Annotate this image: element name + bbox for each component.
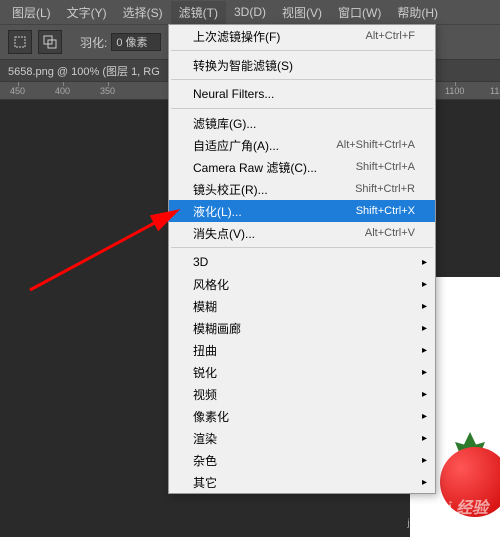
menu-item-shortcut: Shift+Ctrl+X (356, 205, 415, 217)
menu-item-[interactable]: 模糊 (169, 295, 435, 317)
menu-item-label: Camera Raw 滤镜(C)... (193, 159, 317, 176)
menu-item-[interactable]: 扭曲 (169, 339, 435, 361)
feather-label: 羽化: (80, 34, 107, 51)
menu-item-label: 上次滤镜操作(F) (193, 28, 280, 45)
watermark-brand: Bai 经验 (407, 494, 488, 518)
menu-3d[interactable]: 3D(D) (226, 2, 274, 22)
menu-item-r[interactable]: 镜头校正(R)... Shift+Ctrl+R (169, 178, 435, 200)
menu-window[interactable]: 窗口(W) (330, 1, 389, 24)
menu-item-label: 模糊画廊 (193, 320, 241, 337)
menu-item-label: 其它 (193, 474, 217, 491)
ruler-tick: 450 (10, 86, 25, 96)
menu-separator (171, 247, 433, 248)
menu-item-label: 镜头校正(R)... (193, 181, 268, 198)
menu-item-shortcut: Shift+Ctrl+A (356, 161, 415, 173)
menu-item-label: 杂色 (193, 452, 217, 469)
menu-filter[interactable]: 滤镜(T) (171, 1, 226, 24)
menu-item-[interactable]: 渲染 (169, 427, 435, 449)
menu-item-shortcut: Alt+Ctrl+V (365, 227, 415, 239)
menu-item-[interactable]: 视频 (169, 383, 435, 405)
menu-item-shortcut: Alt+Ctrl+F (365, 30, 415, 42)
ruler-tick: 1150 (490, 86, 500, 96)
watermark-url: jingyan.baidu.com (407, 518, 488, 529)
menu-item-label: 锐化 (193, 364, 217, 381)
menu-item-[interactable]: 锐化 (169, 361, 435, 383)
menu-item-[interactable]: 风格化 (169, 273, 435, 295)
menu-item-[interactable]: 杂色 (169, 449, 435, 471)
menu-item-3d[interactable]: 3D (169, 251, 435, 273)
menu-layer[interactable]: 图层(L) (4, 1, 59, 24)
menu-item-label: 滤镜库(G)... (193, 115, 256, 132)
menu-item-l[interactable]: 液化(L)... Shift+Ctrl+X (169, 200, 435, 222)
menu-item-[interactable]: 其它 (169, 471, 435, 493)
menu-item-v[interactable]: 消失点(V)... Alt+Ctrl+V (169, 222, 435, 244)
menu-item-label: 转换为智能滤镜(S) (193, 57, 293, 74)
menu-item-label: 风格化 (193, 276, 229, 293)
ruler-tick: 400 (55, 86, 70, 96)
menu-help[interactable]: 帮助(H) (389, 1, 446, 24)
menu-item-label: 3D (193, 255, 208, 269)
menu-item-label: Neural Filters... (193, 87, 274, 101)
menu-view[interactable]: 视图(V) (274, 1, 330, 24)
menu-separator (171, 79, 433, 80)
menu-type[interactable]: 文字(Y) (59, 1, 115, 24)
menu-item-[interactable]: 模糊画廊 (169, 317, 435, 339)
menu-item-[interactable]: 像素化 (169, 405, 435, 427)
menu-item-label: 扭曲 (193, 342, 217, 359)
menu-separator (171, 50, 433, 51)
menu-item-label: 视频 (193, 386, 217, 403)
menu-select[interactable]: 选择(S) (115, 1, 171, 24)
menu-item-label: 模糊 (193, 298, 217, 315)
menu-item-camerarawc[interactable]: Camera Raw 滤镜(C)... Shift+Ctrl+A (169, 156, 435, 178)
menu-item-f[interactable]: 上次滤镜操作(F) Alt+Ctrl+F (169, 25, 435, 47)
feather-input[interactable] (111, 33, 161, 51)
menu-item-neuralfilters[interactable]: Neural Filters... (169, 83, 435, 105)
watermark: Bai 经验 jingyan.baidu.com (407, 494, 488, 529)
menu-item-label: 自适应广角(A)... (193, 137, 279, 154)
filter-menu-dropdown: 上次滤镜操作(F) Alt+Ctrl+F 转换为智能滤镜(S) Neural Filt… (168, 24, 436, 494)
menu-separator (171, 108, 433, 109)
menu-item-label: 像素化 (193, 408, 229, 425)
menu-item-shortcut: Alt+Shift+Ctrl+A (336, 139, 415, 151)
selection-tool-icon[interactable] (8, 30, 32, 54)
ruler-tick: 350 (100, 86, 115, 96)
menu-item-shortcut: Shift+Ctrl+R (355, 183, 415, 195)
menu-item-label: 液化(L)... (193, 203, 242, 220)
menubar: 图层(L) 文字(Y) 选择(S) 滤镜(T) 3D(D) 视图(V) 窗口(W… (0, 0, 500, 24)
menu-item-label: 渲染 (193, 430, 217, 447)
menu-item-g[interactable]: 滤镜库(G)... (169, 112, 435, 134)
selection-add-icon[interactable] (38, 30, 62, 54)
menu-item-a[interactable]: 自适应广角(A)... Alt+Shift+Ctrl+A (169, 134, 435, 156)
menu-item-s[interactable]: 转换为智能滤镜(S) (169, 54, 435, 76)
ruler-tick: 1100 (445, 86, 464, 96)
menu-item-label: 消失点(V)... (193, 225, 255, 242)
